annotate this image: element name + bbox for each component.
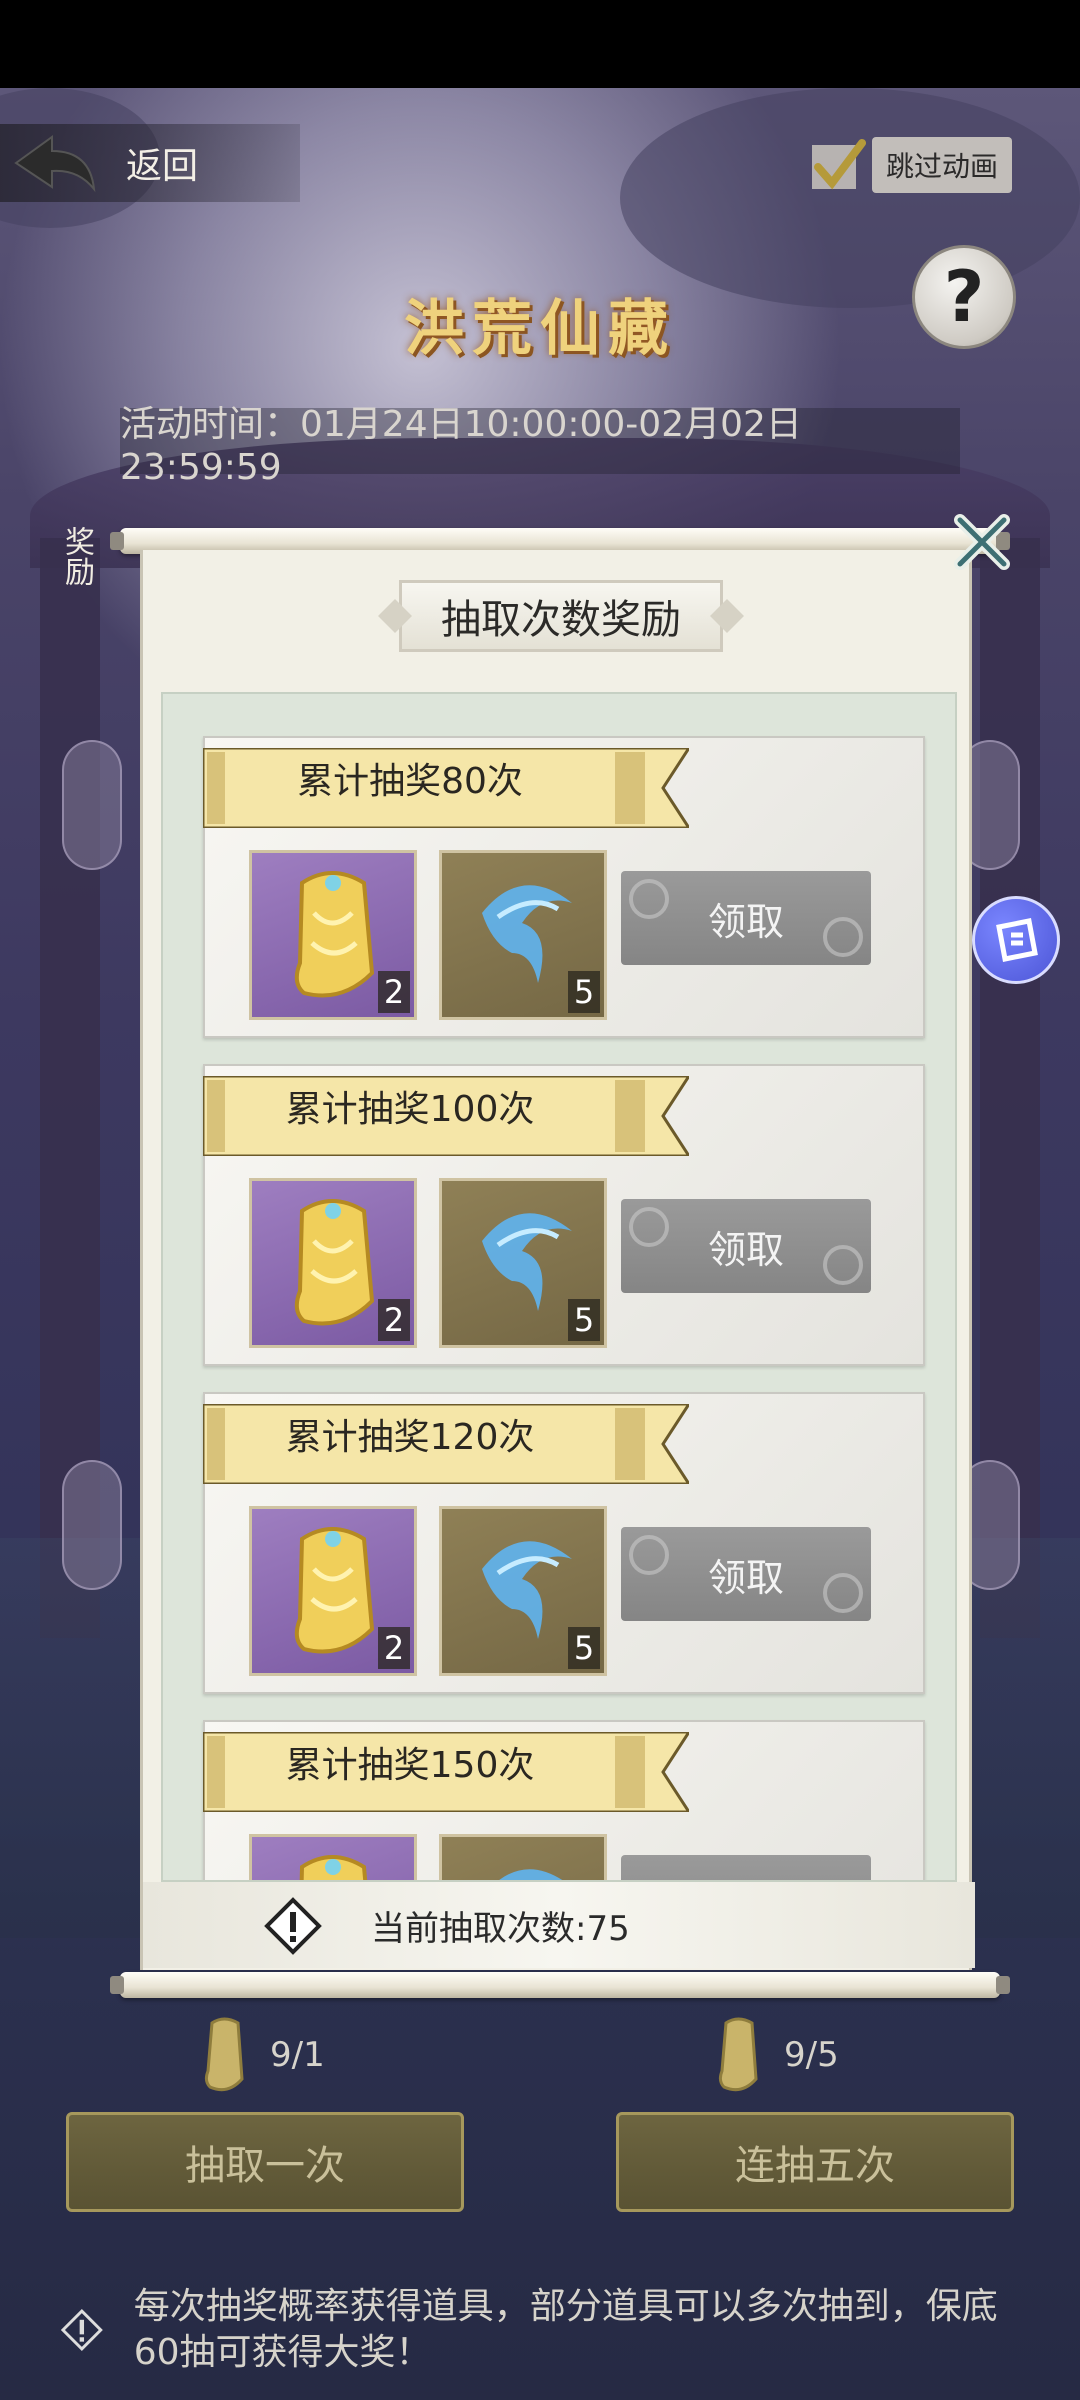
modal-header: 抽取次数奖励: [378, 580, 744, 652]
single-draw-cost-text: 9/1: [270, 2035, 325, 2075]
claim-button[interactable]: 领取: [621, 1855, 871, 1881]
item-count: 2: [378, 1627, 410, 1669]
reward-item-slot[interactable]: 2: [249, 1506, 417, 1676]
reward-item-slot[interactable]: 5: [439, 850, 607, 1020]
reward-modal: 抽取次数奖励 累计抽奖80次 2 5 领取 累计抽奖100次 2 5 领取 累计…: [140, 550, 975, 1970]
reward-item-slot[interactable]: 5: [439, 1178, 607, 1348]
milestone-label: 累计抽奖80次: [297, 761, 523, 802]
close-button[interactable]: [946, 506, 1018, 578]
draw-count-footer: 当前抽取次数:75: [143, 1882, 975, 1968]
side-item-left-2: [62, 1460, 122, 1590]
side-reward-label[interactable]: 奖励: [30, 496, 94, 616]
side-item-left-1: [62, 740, 122, 870]
reward-item-slot[interactable]: 2: [249, 1178, 417, 1348]
back-label: 返回: [126, 146, 199, 187]
draw-five-button[interactable]: 连抽五次: [616, 2112, 1014, 2212]
skip-animation-toggle[interactable]: 跳过动画: [810, 130, 1050, 200]
item-count: 5: [568, 1627, 600, 1669]
claim-button[interactable]: 领取: [621, 1527, 871, 1621]
notice-text: 每次抽奖概率获得道具，部分道具可以多次抽到，保底60抽可获得大奖！: [133, 2286, 998, 2373]
golden-scroll-icon: [204, 2017, 244, 2092]
draw-notice: 每次抽奖概率获得道具，部分道具可以多次抽到，保底60抽可获得大奖！: [60, 2280, 1040, 2380]
back-arrow-icon: [0, 124, 110, 202]
reward-item-slot[interactable]: 5: [439, 1506, 607, 1676]
claim-label: 领取: [708, 1875, 784, 1881]
draw-five-label: 连抽五次: [735, 2143, 895, 2189]
reward-card: 累计抽奖150次 领取: [203, 1720, 925, 1881]
golden-scroll-icon: [718, 2017, 758, 2092]
draw-once-button[interactable]: 抽取一次: [66, 2112, 464, 2212]
item-count: 2: [378, 1299, 410, 1341]
reward-list[interactable]: 累计抽奖80次 2 5 领取 累计抽奖100次 2 5 领取 累计抽奖120次 …: [161, 692, 957, 1882]
reward-item-slot[interactable]: [249, 1834, 417, 1880]
status-bar: [0, 0, 1080, 88]
back-button[interactable]: 返回: [0, 124, 300, 202]
activity-time: 活动时间：01月24日10:00:00-02月02日23:59:59: [120, 404, 960, 488]
scroll-rod-bottom: [110, 1972, 1010, 1998]
floating-assistant-button[interactable]: [972, 896, 1060, 984]
claim-label: 领取: [707, 1227, 784, 1272]
close-icon: [954, 514, 1010, 570]
milestone-label: 累计抽奖150次: [285, 1745, 535, 1786]
modal-title: 抽取次数奖励: [441, 597, 681, 643]
checkmark-icon: [810, 137, 866, 193]
item-count: 5: [568, 971, 600, 1013]
warning-diamond-icon: [60, 2309, 103, 2351]
five-draw-cost-text: 9/5: [784, 2035, 839, 2075]
claim-label: 领取: [707, 899, 784, 944]
draw-once-label: 抽取一次: [185, 2143, 345, 2189]
current-draw-count: 当前抽取次数:75: [371, 1908, 630, 1949]
golden-scroll-icon: [299, 1855, 368, 1880]
reward-card: 累计抽奖80次 2 5 领取: [203, 736, 925, 1038]
item-count: 2: [378, 971, 410, 1013]
blue-spirit-icon: [499, 1869, 563, 1880]
claim-label: 领取: [707, 1555, 784, 1600]
item-count: 5: [568, 1299, 600, 1341]
page-title: 洪荒仙藏: [404, 294, 676, 364]
claim-button[interactable]: 领取: [621, 1199, 871, 1293]
reward-card: 累计抽奖120次 2 5 领取: [203, 1392, 925, 1694]
milestone-label: 累计抽奖100次: [285, 1089, 535, 1130]
single-draw-cost: 9/1: [196, 2010, 325, 2100]
warning-diamond-icon: [264, 1897, 322, 1955]
reward-item-slot[interactable]: [439, 1834, 607, 1880]
claim-button[interactable]: 领取: [621, 871, 871, 965]
reward-card: 累计抽奖100次 2 5 领取: [203, 1064, 925, 1366]
skip-animation-label: 跳过动画: [872, 137, 1013, 193]
cube-icon: [996, 918, 1038, 962]
milestone-label: 累计抽奖120次: [285, 1417, 535, 1458]
reward-item-slot[interactable]: 2: [249, 850, 417, 1020]
five-draw-cost: 9/5: [710, 2010, 839, 2100]
